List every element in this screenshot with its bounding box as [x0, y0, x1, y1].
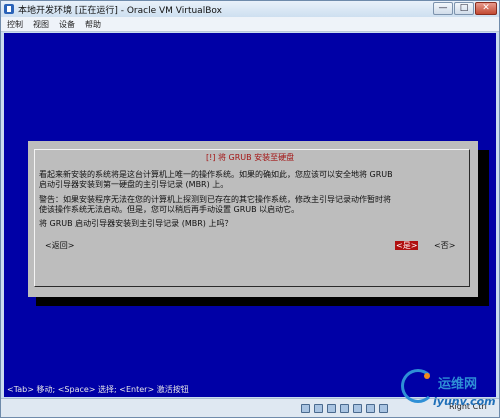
keyboard-help-line: <Tab> 移动; <Space> 选择; <Enter> 激活按钮 [7, 385, 189, 394]
menu-bar: 控制 视图 设备 帮助 [1, 17, 499, 32]
minimize-button[interactable]: — [433, 2, 453, 15]
maximize-button[interactable]: □ [454, 2, 474, 15]
vm-display[interactable]: [!] 将 GRUB 安装至硬盘 看起来新安装的系统将是这台计算机上唯一的操作系… [4, 33, 496, 397]
watermark-logo-icon [401, 369, 435, 403]
hard-disk-icon[interactable] [301, 404, 310, 413]
title-bar[interactable]: 本地开发环境 [正在运行] - Oracle VM VirtualBox — □… [1, 1, 499, 17]
network-icon[interactable] [340, 404, 349, 413]
dialog-title: [!] 将 GRUB 安装至硬盘 [203, 152, 298, 163]
warning-line-2: 使该操作系统无法启动。但是，您可以稍后再手动设置 GRUB 以启动它。 [39, 205, 300, 214]
optical-drive-icon[interactable] [314, 404, 323, 413]
mouse-integration-icon[interactable] [379, 404, 388, 413]
menu-item-help[interactable]: 帮助 [85, 19, 101, 30]
dialog-question: 将 GRUB 启动引导器安装到主引导记录 (MBR) 上吗？ [39, 219, 233, 228]
dialog-frame: [!] 将 GRUB 安装至硬盘 看起来新安装的系统将是这台计算机上唯一的操作系… [34, 149, 470, 287]
floppy-icon[interactable] [327, 404, 336, 413]
menu-item-view[interactable]: 视图 [33, 19, 49, 30]
yes-button-label: <是> [395, 241, 419, 250]
yes-button[interactable]: <是> [395, 240, 419, 251]
watermark-dot-icon [424, 373, 430, 379]
dialog-paragraph-warning: 警告：如果安装程序无法在您的计算机上探测到已存在的其它操作系统，修改主引导记录动… [39, 195, 391, 215]
no-button[interactable]: <否> [434, 240, 455, 251]
shared-folders-icon[interactable] [366, 404, 375, 413]
intro-line-1: 看起来新安装的系统将是这台计算机上唯一的操作系统。如果的确如此，您应该可以安全地… [39, 170, 393, 179]
intro-line-2: 启动引导器安装到第一硬盘的主引导记录 (MBR) 上。 [39, 180, 229, 189]
usb-icon[interactable] [353, 404, 362, 413]
dialog-paragraph-intro: 看起来新安装的系统将是这台计算机上唯一的操作系统。如果的确如此，您应该可以安全地… [39, 170, 393, 190]
virtualbox-window: 本地开发环境 [正在运行] - Oracle VM VirtualBox — □… [0, 0, 500, 418]
close-button[interactable]: ✕ [475, 2, 497, 15]
menu-item-devices[interactable]: 设备 [59, 19, 75, 30]
window-title: 本地开发环境 [正在运行] - Oracle VM VirtualBox [18, 6, 222, 16]
virtualbox-app-icon [4, 4, 14, 14]
warning-line-1: 警告：如果安装程序无法在您的计算机上探测到已存在的其它操作系统，修改主引导记录动… [39, 195, 391, 204]
back-button[interactable]: <返回> [45, 240, 74, 251]
watermark-url: iyunv.com [433, 395, 496, 408]
menu-item-control[interactable]: 控制 [7, 19, 23, 30]
watermark-text: 运维网 [438, 377, 478, 392]
grub-install-dialog: [!] 将 GRUB 安装至硬盘 看起来新安装的系统将是这台计算机上唯一的操作系… [28, 141, 478, 297]
